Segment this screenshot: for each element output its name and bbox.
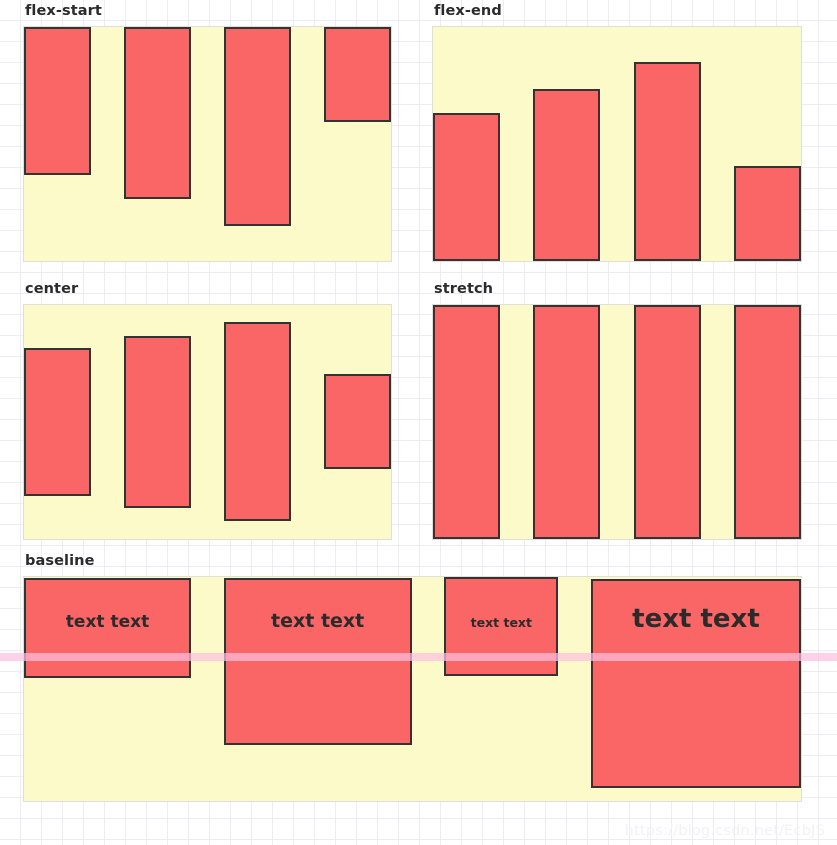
- flex-item: [24, 347, 91, 496]
- flex-container-stretch: [432, 303, 802, 540]
- panel-label-center: center: [25, 281, 79, 297]
- flex-item-label: text text: [65, 611, 150, 632]
- panel-label-baseline: baseline: [25, 553, 95, 569]
- flex-item-label: text text: [271, 609, 365, 632]
- flex-item: [324, 26, 391, 122]
- watermark-text: https://blog.csdn.net/EcbJS: [624, 823, 825, 839]
- flex-item: [433, 304, 500, 539]
- demo-stage: flex-start flex-end center stretch basel…: [0, 0, 837, 845]
- flex-container-baseline: text text text text text text text text: [23, 575, 802, 802]
- panel-center: center: [23, 282, 392, 540]
- flex-item: [124, 26, 191, 199]
- flex-item: [533, 88, 601, 261]
- flex-item: [533, 304, 601, 539]
- flex-container-flex-end: [432, 25, 802, 262]
- flex-item: [224, 322, 291, 521]
- flex-item: text text: [444, 576, 559, 676]
- panel-stretch: stretch: [432, 282, 802, 540]
- flex-item: [124, 335, 191, 508]
- flex-item-label: text text: [470, 614, 532, 630]
- flex-item: text text: [24, 577, 191, 678]
- panel-label-flex-end: flex-end: [434, 3, 502, 19]
- flex-item: [633, 61, 701, 261]
- flex-item: [224, 26, 291, 226]
- flex-item: [633, 304, 701, 539]
- flex-container-flex-start: [23, 25, 392, 262]
- panel-flex-start: flex-start: [23, 4, 392, 262]
- flex-item: text text: [590, 578, 801, 788]
- flex-item: [24, 26, 91, 175]
- flex-item: [324, 374, 391, 469]
- flex-item: [733, 165, 801, 261]
- flex-item: text text: [223, 577, 412, 745]
- flex-container-center: [23, 303, 392, 540]
- panel-label-stretch: stretch: [434, 281, 494, 297]
- panel-baseline: baseline text text text text text text t…: [23, 554, 802, 802]
- flex-item: [433, 112, 500, 261]
- flex-item: [733, 304, 801, 539]
- flex-item-label: text text: [632, 603, 760, 634]
- panel-label-flex-start: flex-start: [25, 3, 102, 19]
- panel-flex-end: flex-end: [432, 4, 802, 262]
